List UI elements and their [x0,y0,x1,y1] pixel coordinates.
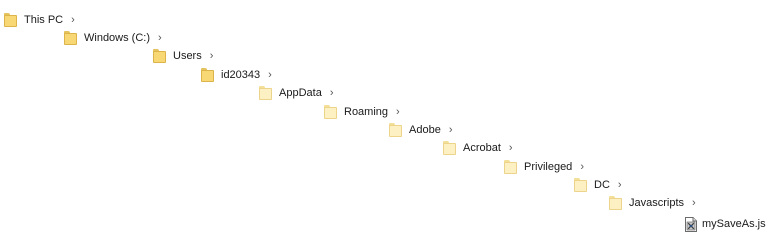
tree-item-dc[interactable]: DC › [574,176,622,194]
chevron-right-icon[interactable]: › [692,194,696,212]
folder-icon [389,123,402,137]
tree-item-this-pc[interactable]: This PC › [4,11,75,29]
folder-icon [574,178,587,192]
folder-icon [201,68,214,82]
file-item-label: mySaveAs.js [702,218,766,230]
javascript-file-icon [685,216,697,232]
chevron-right-icon[interactable]: › [210,47,214,65]
chevron-right-icon[interactable]: › [618,176,622,194]
chevron-right-icon[interactable]: › [509,139,513,157]
folder-icon [324,105,337,119]
tree-item-adobe[interactable]: Adobe › [389,121,452,139]
folder-icon [609,196,622,210]
tree-item-label: Adobe [409,124,441,136]
tree-item-label: AppData [279,87,322,99]
tree-item-javascripts[interactable]: Javascripts › [609,194,696,212]
chevron-right-icon[interactable]: › [158,29,162,47]
tree-item-label: Javascripts [629,197,685,209]
folder-icon [64,31,77,45]
tree-item-privileged[interactable]: Privileged › [504,158,584,176]
tree-item-label: id20343 [221,69,261,81]
tree-item-appdata[interactable]: AppData › [259,84,333,102]
folder-icon [153,49,166,63]
tree-item-label: This PC [24,14,64,26]
tree-item-acrobat[interactable]: Acrobat › [443,139,513,157]
tree-item-label: Acrobat [463,142,501,154]
folder-icon [443,141,456,155]
folder-icon [4,13,17,27]
file-item-mysaveas-js[interactable]: mySaveAs.js [684,215,766,233]
tree-item-id20343[interactable]: id20343 › [201,66,272,84]
chevron-right-icon[interactable]: › [396,103,400,121]
tree-item-users[interactable]: Users › [153,47,213,65]
folder-icon [504,160,517,174]
tree-item-windows-c[interactable]: Windows (C:) › [64,29,162,47]
chevron-right-icon[interactable]: › [268,66,272,84]
tree-item-label: Privileged [524,161,573,173]
tree-item-label: Windows (C:) [84,32,151,44]
tree-item-label: DC [594,179,610,191]
tree-item-roaming[interactable]: Roaming › [324,103,400,121]
folder-icon [259,86,272,100]
chevron-right-icon[interactable]: › [330,84,334,102]
tree-item-label: Users [173,50,202,62]
chevron-right-icon[interactable]: › [580,158,584,176]
tree-item-label: Roaming [344,106,389,118]
chevron-right-icon[interactable]: › [449,121,453,139]
chevron-right-icon[interactable]: › [71,11,75,29]
